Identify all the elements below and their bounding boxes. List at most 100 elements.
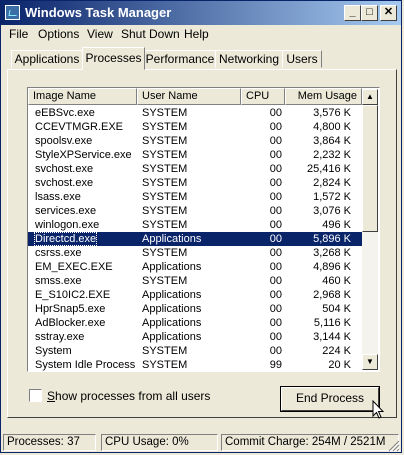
process-cpu-text: 00 — [269, 331, 282, 343]
process-cpu: 00 — [246, 316, 282, 330]
tab-performance[interactable]: Performance — [144, 50, 216, 68]
end-process-button[interactable]: End Process — [280, 386, 380, 412]
process-image-name: CCEVTMGR.EXE — [35, 120, 123, 134]
menu-options[interactable]: Options — [38, 27, 79, 41]
process-image-name-text: StyleXPService.exe — [35, 149, 132, 161]
process-mem-usage-text: 3,268 K — [313, 247, 351, 259]
show-all-users-label-rest: how processes from all users — [55, 389, 211, 403]
process-user-name: SYSTEM — [142, 358, 187, 372]
resize-grip-icon[interactable] — [388, 440, 400, 452]
maximize-button[interactable]: □ — [361, 5, 378, 21]
process-image-name: System Idle Process — [35, 358, 135, 372]
process-mem-usage: 25,416 K — [290, 162, 351, 176]
process-row[interactable]: svchost.exe SYSTEM 00 2,824 K — [28, 176, 362, 190]
process-cpu-text: 00 — [269, 205, 282, 217]
process-cpu: 00 — [246, 274, 282, 288]
process-list[interactable]: Image Name User Name CPU Mem Usage eEBSv… — [27, 87, 380, 372]
process-user-name: Applications — [142, 232, 201, 246]
process-user-name-text: Applications — [142, 233, 202, 245]
window-title: Windows Task Manager — [25, 5, 172, 20]
process-mem-usage-text: 5,116 K — [313, 317, 351, 329]
menu-help[interactable]: Help — [184, 27, 209, 41]
process-mem-usage-text: 224 K — [322, 345, 351, 357]
process-user-name: SYSTEM — [142, 162, 187, 176]
tab-processes[interactable]: Processes — [82, 47, 145, 70]
process-user-name: Applications — [142, 316, 201, 330]
process-row[interactable]: eEBSvc.exe SYSTEM 00 3,576 K — [28, 106, 362, 120]
menu-file[interactable]: File — [9, 27, 28, 41]
process-row[interactable]: StyleXPService.exe SYSTEM 00 2,232 K — [28, 148, 362, 162]
process-mem-usage-text: 2,824 K — [313, 177, 351, 189]
scroll-down-arrow-icon[interactable]: ▼ — [362, 354, 378, 370]
process-row[interactable]: lsass.exe SYSTEM 00 1,572 K — [28, 190, 362, 204]
menu-shut-down[interactable]: Shut Down — [121, 27, 180, 41]
process-mem-usage-text: 3,864 K — [313, 135, 351, 147]
process-cpu: 00 — [246, 204, 282, 218]
process-row[interactable]: CCEVTMGR.EXE SYSTEM 00 4,800 K — [28, 120, 362, 134]
process-mem-usage-text: 4,896 K — [313, 261, 351, 273]
process-row[interactable]: svchost.exe SYSTEM 00 25,416 K — [28, 162, 362, 176]
process-cpu-text: 00 — [269, 317, 282, 329]
process-row[interactable]: EM_EXEC.EXE Applications 00 4,896 K — [28, 260, 362, 274]
status-commit-charge: Commit Charge: 254M / 2521M — [221, 434, 399, 451]
process-image-name-text: eEBSvc.exe — [35, 107, 95, 119]
process-row[interactable]: E_S10IC2.EXE Applications 00 2,968 K — [28, 288, 362, 302]
tab-applications[interactable]: Applications — [11, 50, 83, 68]
process-row[interactable]: winlogon.exe SYSTEM 00 496 K — [28, 218, 362, 232]
process-cpu: 00 — [246, 344, 282, 358]
process-cpu-text: 00 — [269, 345, 282, 357]
process-user-name: Applications — [142, 330, 201, 344]
process-image-name: lsass.exe — [35, 190, 81, 204]
process-cpu-text: 00 — [269, 289, 282, 301]
process-mem-usage: 5,116 K — [290, 316, 351, 330]
tab-networking[interactable]: Networking — [215, 50, 283, 68]
process-row[interactable]: sstray.exe Applications 00 3,144 K — [28, 330, 362, 344]
column-header-mem-usage[interactable]: Mem Usage — [285, 88, 362, 105]
process-row[interactable]: HprSnap5.exe Applications 00 504 K — [28, 302, 362, 316]
process-row[interactable]: spoolsv.exe SYSTEM 00 3,864 K — [28, 134, 362, 148]
process-mem-usage: 20 K — [290, 358, 351, 372]
process-mem-usage: 2,968 K — [290, 288, 351, 302]
process-image-name: eEBSvc.exe — [35, 106, 95, 120]
column-header-image-name[interactable]: Image Name — [28, 88, 137, 105]
process-image-name: HprSnap5.exe — [35, 302, 105, 316]
process-user-name-text: Applications — [142, 261, 202, 273]
process-cpu-text: 00 — [269, 303, 282, 315]
process-mem-usage-text: 460 K — [322, 275, 351, 287]
process-user-name-text: SYSTEM — [142, 247, 188, 259]
process-image-name: EM_EXEC.EXE — [35, 260, 113, 274]
column-header-cpu[interactable]: CPU — [241, 88, 285, 105]
tab-users[interactable]: Users — [282, 50, 322, 68]
scroll-thumb[interactable] — [362, 105, 378, 232]
scroll-up-arrow-icon[interactable]: ▲ — [362, 89, 378, 105]
process-user-name: Applications — [142, 288, 201, 302]
process-image-name: svchost.exe — [35, 162, 93, 176]
menu-view[interactable]: View — [87, 27, 113, 41]
show-all-users-checkbox[interactable] — [29, 389, 42, 402]
process-user-name-text: Applications — [142, 289, 202, 301]
process-image-name-text: csrss.exe — [35, 247, 82, 259]
process-row[interactable]: csrss.exe SYSTEM 00 3,268 K — [28, 246, 362, 260]
vertical-scrollbar[interactable]: ▲ ▼ — [362, 89, 378, 370]
process-image-name: E_S10IC2.EXE — [35, 288, 110, 302]
process-image-name-text: svchost.exe — [35, 177, 94, 189]
process-row[interactable]: smss.exe SYSTEM 00 460 K — [28, 274, 362, 288]
process-row[interactable]: AdBlocker.exe Applications 00 5,116 K — [28, 316, 362, 330]
status-cpu-usage: CPU Usage: 0% — [101, 434, 218, 451]
process-row[interactable]: System SYSTEM 00 224 K — [28, 344, 362, 358]
process-image-name: winlogon.exe — [35, 218, 99, 232]
process-row[interactable]: System Idle Process SYSTEM 99 20 K — [28, 358, 362, 372]
process-cpu: 00 — [246, 302, 282, 316]
column-header-user-name[interactable]: User Name — [137, 88, 241, 105]
minimize-button[interactable]: _ — [344, 5, 361, 21]
process-cpu-text: 00 — [269, 233, 282, 245]
process-cpu: 00 — [246, 134, 282, 148]
process-mem-usage-text: 20 K — [328, 359, 351, 371]
process-row[interactable]: Directcd.exe Applications 00 5,896 K — [28, 232, 362, 246]
title-bar[interactable]: Windows Task Manager _ □ ✕ — [1, 1, 401, 25]
process-user-name-text: SYSTEM — [142, 135, 188, 147]
process-user-name-text: Applications — [142, 303, 202, 315]
close-button[interactable]: ✕ — [380, 5, 397, 21]
process-row[interactable]: services.exe SYSTEM 00 3,076 K — [28, 204, 362, 218]
process-image-name-text: System Idle Process — [35, 359, 136, 371]
